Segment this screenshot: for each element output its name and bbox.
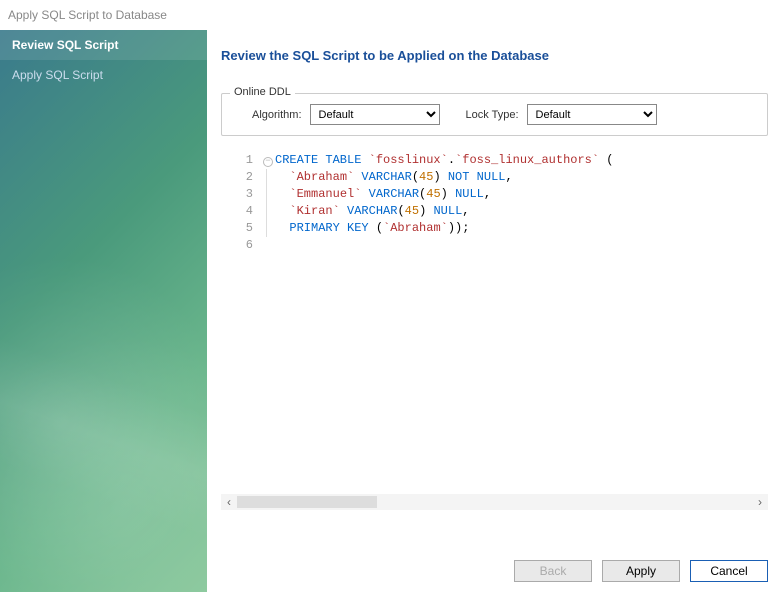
back-button: Back <box>514 560 592 582</box>
scroll-right-icon[interactable]: › <box>752 494 768 510</box>
scroll-left-icon[interactable]: ‹ <box>221 494 237 510</box>
code-line[interactable]: `Emmanuel` VARCHAR(45) NULL, <box>275 186 768 203</box>
online-ddl-group: Online DDL Algorithm: Default Lock Type:… <box>221 93 768 136</box>
line-number: 2 <box>221 169 253 186</box>
scroll-thumb[interactable] <box>237 496 377 508</box>
sidebar-item-apply[interactable]: Apply SQL Script <box>0 60 207 90</box>
fold-line <box>266 220 267 237</box>
editor-gutter: 123456 <box>221 152 261 494</box>
fold-icon[interactable]: − <box>263 157 273 167</box>
sidebar: Review SQL ScriptApply SQL Script <box>0 30 207 592</box>
editor-fold-column: − <box>261 152 275 494</box>
online-ddl-legend: Online DDL <box>230 86 295 98</box>
line-number: 1 <box>221 152 253 169</box>
code-line[interactable]: CREATE TABLE `fosslinux`.`foss_linux_aut… <box>275 152 768 169</box>
cancel-button[interactable]: Cancel <box>690 560 768 582</box>
window-title: Apply SQL Script to Database <box>8 8 167 22</box>
content: Review SQL ScriptApply SQL Script Review… <box>0 30 784 592</box>
fold-line <box>266 186 267 203</box>
horizontal-scrollbar[interactable]: ‹ › <box>221 494 768 510</box>
scroll-track[interactable] <box>237 494 752 510</box>
code-line[interactable]: `Kiran` VARCHAR(45) NULL, <box>275 203 768 220</box>
sidebar-item-review[interactable]: Review SQL Script <box>0 30 207 60</box>
algorithm-select[interactable]: Default <box>310 104 440 125</box>
sql-editor[interactable]: 123456 − CREATE TABLE `fosslinux`.`foss_… <box>221 152 768 494</box>
page-heading: Review the SQL Script to be Applied on t… <box>221 48 768 63</box>
line-number: 4 <box>221 203 253 220</box>
fold-line <box>266 169 267 186</box>
code-line[interactable]: `Abraham` VARCHAR(45) NOT NULL, <box>275 169 768 186</box>
code-line[interactable]: PRIMARY KEY (`Abraham`)); <box>275 220 768 237</box>
algorithm-label: Algorithm: <box>252 109 302 121</box>
fold-cell: − <box>261 152 275 169</box>
locktype-select[interactable]: Default <box>527 104 657 125</box>
locktype-label: Lock Type: <box>466 109 519 121</box>
button-row: Back Apply Cancel <box>221 510 768 582</box>
line-number: 3 <box>221 186 253 203</box>
fold-line <box>266 203 267 220</box>
main-panel: Review the SQL Script to be Applied on t… <box>207 30 784 592</box>
online-ddl-row: Algorithm: Default Lock Type: Default <box>232 104 757 125</box>
code-line[interactable] <box>275 237 768 254</box>
window-title-bar: Apply SQL Script to Database ✕ <box>0 0 784 30</box>
line-number: 5 <box>221 220 253 237</box>
editor-code[interactable]: CREATE TABLE `fosslinux`.`foss_linux_aut… <box>275 152 768 494</box>
apply-button[interactable]: Apply <box>602 560 680 582</box>
line-number: 6 <box>221 237 253 254</box>
